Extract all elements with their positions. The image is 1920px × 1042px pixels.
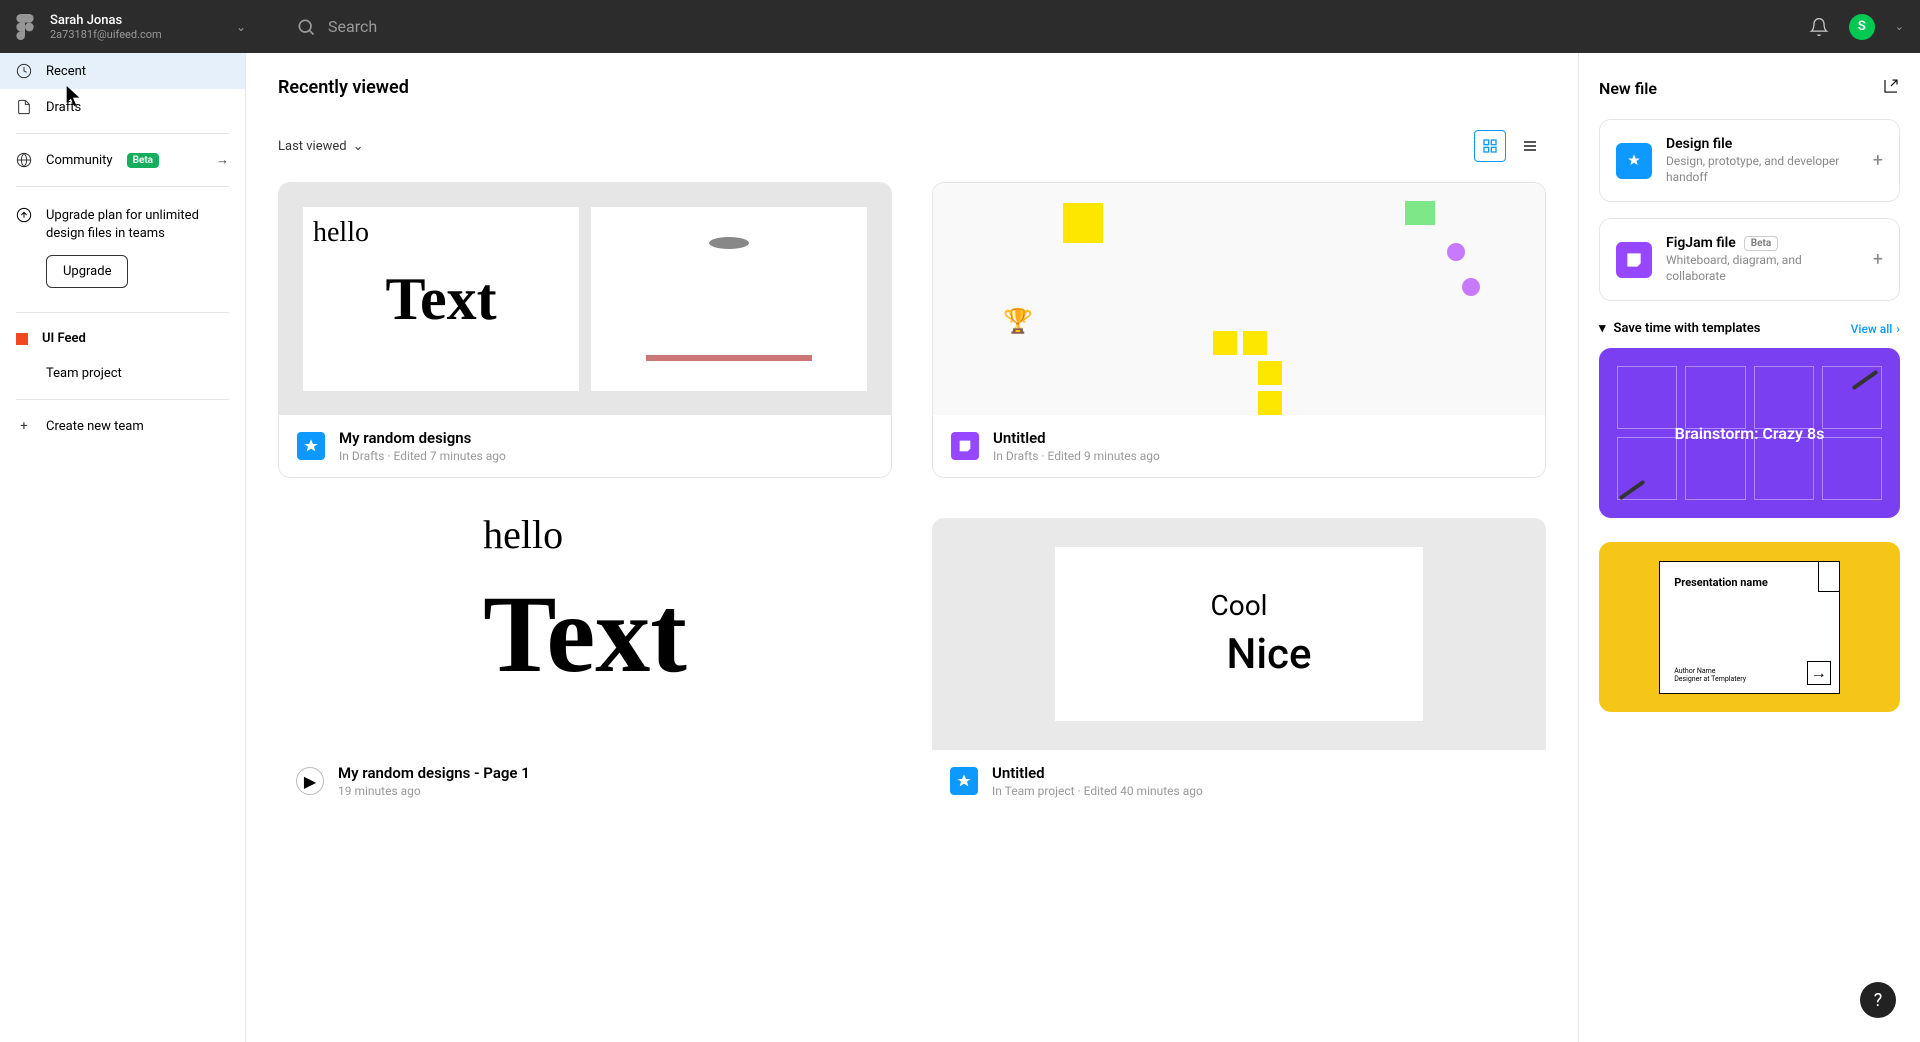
project-name: Team project <box>46 366 122 381</box>
thumb-text: hello <box>483 518 563 558</box>
file-card[interactable]: hello Text ▶ My random designs - Page 1 1… <box>278 518 892 812</box>
globe-icon <box>16 152 32 168</box>
thumb-text: Nice <box>1227 630 1312 679</box>
file-title: My random designs - Page 1 <box>338 764 530 782</box>
caret-down-icon[interactable]: ▾ <box>1599 321 1606 336</box>
file-thumbnail: Cool Nice <box>932 518 1546 750</box>
divider <box>16 399 229 400</box>
view-all-link[interactable]: View all › <box>1851 322 1900 336</box>
help-button[interactable]: ? <box>1860 982 1896 1018</box>
file-card[interactable]: Cool Nice Untitled In Team project · Edi… <box>932 518 1546 812</box>
file-thumbnail: 🏆 <box>933 183 1545 415</box>
sidebar-label: Community <box>46 153 113 168</box>
file-title: My random designs <box>339 429 506 447</box>
upgrade-block: Upgrade plan for unlimited design files … <box>0 195 245 304</box>
thumb-text: Text <box>385 265 496 334</box>
file-meta: 19 minutes ago <box>338 784 530 798</box>
user-email: 2a73181f@uifeed.com <box>50 28 220 41</box>
sidebar-item-create-team[interactable]: + Create new team <box>0 408 245 444</box>
arrow-right-icon: → <box>1807 661 1831 685</box>
arrow-right-icon: → <box>216 152 229 168</box>
plus-icon: + <box>16 418 32 434</box>
team-name: UI Feed <box>42 331 86 346</box>
upgrade-text: Upgrade plan for unlimited design files … <box>46 207 229 243</box>
file-meta: In Drafts · Edited 9 minutes ago <box>993 449 1160 463</box>
thumb-text: Text <box>483 573 687 695</box>
workspace-switcher[interactable]: Sarah Jonas 2a73181f@uifeed.com ⌄ <box>16 13 256 41</box>
design-file-icon <box>297 432 325 460</box>
user-name: Sarah Jonas <box>50 13 220 28</box>
template-author: Author Name Designer at Templatery <box>1674 667 1746 683</box>
sidebar: Recent Drafts Community Beta → Upgrade p… <box>0 53 246 1042</box>
templates-title: Save time with templates <box>1614 321 1761 336</box>
upgrade-button[interactable]: Upgrade <box>46 255 128 288</box>
sidebar-label: Create new team <box>46 419 144 434</box>
right-panel: New file Design file Design, prototype, … <box>1578 53 1920 1042</box>
play-icon: ▶ <box>296 767 324 795</box>
list-view-button[interactable] <box>1514 130 1546 162</box>
divider <box>16 133 229 134</box>
plus-icon: + <box>1873 150 1883 171</box>
new-design-file-card[interactable]: Design file Design, prototype, and devel… <box>1599 119 1900 202</box>
figjam-file-icon <box>1616 242 1652 278</box>
template-title: Presentation name <box>1674 576 1825 589</box>
template-card-presentation[interactable]: Presentation name Author Name Designer a… <box>1599 542 1900 712</box>
beta-badge: Beta <box>127 153 159 168</box>
topbar: Sarah Jonas 2a73181f@uifeed.com ⌄ S ⌄ <box>0 0 1920 53</box>
sidebar-item-drafts[interactable]: Drafts <box>0 89 245 125</box>
view-all-text: View all <box>1851 322 1893 336</box>
file-title: Untitled <box>992 764 1203 782</box>
sidebar-item-team[interactable]: UI Feed <box>0 321 245 356</box>
team-color-icon <box>16 333 28 345</box>
chevron-down-icon[interactable]: ⌄ <box>1895 20 1904 33</box>
thumb-text: Cool <box>1211 589 1268 622</box>
file-thumbnail: hello Text <box>279 183 891 415</box>
new-file-title: New file <box>1599 79 1657 98</box>
chevron-right-icon: › <box>1896 322 1900 336</box>
divider <box>16 186 229 187</box>
thumb-text: hello <box>313 217 369 249</box>
file-icon <box>16 99 32 115</box>
chevron-down-icon: ⌄ <box>353 139 364 154</box>
main-content: Recently viewed Last viewed ⌄ hello Text <box>246 53 1578 1042</box>
newfile-sub: Design, prototype, and developer handoff <box>1666 154 1859 185</box>
sidebar-label: Recent <box>46 64 86 79</box>
search-icon <box>296 17 316 37</box>
page-title: Recently viewed <box>278 77 1546 98</box>
newfile-sub: Whiteboard, diagram, and collaborate <box>1666 253 1859 284</box>
beta-badge: Beta <box>1744 236 1778 251</box>
search-input[interactable] <box>328 17 628 36</box>
file-meta: In Drafts · Edited 7 minutes ago <box>339 449 506 463</box>
newfile-title: Design file <box>1666 136 1859 152</box>
template-title: Brainstorm: Crazy 8s <box>1675 424 1825 443</box>
grid-view-button[interactable] <box>1474 130 1506 162</box>
newfile-title: FigJam file <box>1666 235 1736 251</box>
search-bar[interactable] <box>256 17 1809 37</box>
sort-label-text: Last viewed <box>278 139 347 154</box>
divider <box>16 312 229 313</box>
avatar[interactable]: S <box>1849 14 1875 40</box>
plus-icon: + <box>1873 249 1883 270</box>
import-icon[interactable] <box>1882 77 1900 99</box>
notifications-icon[interactable] <box>1809 17 1829 37</box>
new-figjam-file-card[interactable]: FigJam file Beta Whiteboard, diagram, and… <box>1599 218 1900 301</box>
clock-icon <box>16 63 32 79</box>
chevron-down-icon: ⌄ <box>236 20 246 34</box>
file-meta: In Team project · Edited 40 minutes ago <box>992 784 1203 798</box>
figjam-file-icon <box>951 432 979 460</box>
file-thumbnail: hello Text <box>278 518 892 750</box>
sort-dropdown[interactable]: Last viewed ⌄ <box>278 139 364 154</box>
file-title: Untitled <box>993 429 1160 447</box>
sidebar-item-project[interactable]: Team project <box>0 356 245 391</box>
figma-logo-icon <box>16 14 34 40</box>
design-file-icon <box>950 767 978 795</box>
file-card[interactable]: hello Text My random designs In Drafts · … <box>278 182 892 478</box>
template-card-brainstorm[interactable]: Brainstorm: Crazy 8s <box>1599 348 1900 518</box>
design-file-icon <box>1616 143 1652 179</box>
file-card[interactable]: 🏆 Untitled In Drafts · Edited 9 minutes … <box>932 182 1546 478</box>
sidebar-label: Drafts <box>46 100 81 115</box>
upgrade-icon <box>16 207 32 227</box>
sidebar-item-recent[interactable]: Recent <box>0 53 245 89</box>
sidebar-item-community[interactable]: Community Beta → <box>0 142 245 178</box>
